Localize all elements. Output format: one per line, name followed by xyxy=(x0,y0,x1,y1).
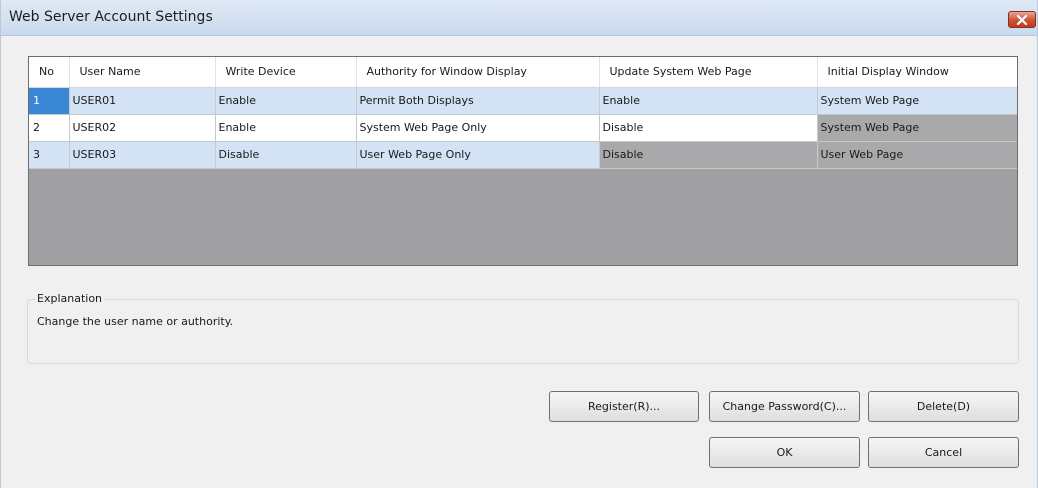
authority-cell[interactable]: System Web Page Only xyxy=(356,114,600,142)
user-account-table[interactable]: No User Name Write Device Authority for … xyxy=(28,56,1018,266)
user-name-cell[interactable]: USER01 xyxy=(69,87,216,115)
initial-display-window-cell[interactable]: System Web Page xyxy=(817,87,1017,115)
delete-button[interactable]: Delete(D) xyxy=(868,391,1019,422)
explanation-group xyxy=(27,299,1019,364)
close-icon xyxy=(1016,14,1028,25)
authority-cell[interactable]: Permit Both Displays xyxy=(356,87,600,115)
explanation-text: Change the user name or authority. xyxy=(37,315,234,328)
row-number-cell[interactable]: 1 xyxy=(29,87,70,115)
write-device-cell[interactable]: Disable xyxy=(215,141,357,169)
window-title: Web Server Account Settings xyxy=(9,9,213,25)
user-name-cell[interactable]: USER02 xyxy=(69,114,216,142)
column-header-authority[interactable]: Authority for Window Display xyxy=(356,57,600,88)
table-row[interactable]: 2 USER02 Enable System Web Page Only Dis… xyxy=(29,114,1017,142)
dialog-window: Web Server Account Settings No User Name… xyxy=(0,0,1038,488)
update-system-web-page-cell[interactable]: Enable xyxy=(599,87,818,115)
column-header-user-name[interactable]: User Name xyxy=(69,57,216,88)
user-name-cell[interactable]: USER03 xyxy=(69,141,216,169)
explanation-legend: Explanation xyxy=(35,292,105,305)
column-header-no[interactable]: No xyxy=(29,57,70,88)
row-number-cell[interactable]: 2 xyxy=(29,114,70,142)
authority-cell[interactable]: User Web Page Only xyxy=(356,141,600,169)
change-password-button[interactable]: Change Password(C)... xyxy=(709,391,860,422)
initial-display-window-cell: User Web Page xyxy=(817,141,1017,169)
table-row[interactable]: 3 USER03 Disable User Web Page Only Disa… xyxy=(29,141,1017,169)
write-device-cell[interactable]: Enable xyxy=(215,114,357,142)
ok-button[interactable]: OK xyxy=(709,437,860,468)
initial-display-window-cell: System Web Page xyxy=(817,114,1017,142)
column-header-update-system-web-page[interactable]: Update System Web Page xyxy=(599,57,818,88)
update-system-web-page-cell[interactable]: Disable xyxy=(599,114,818,142)
register-button[interactable]: Register(R)... xyxy=(549,391,699,422)
close-button[interactable] xyxy=(1008,11,1036,28)
table-row[interactable]: 1 USER01 Enable Permit Both Displays Ena… xyxy=(29,87,1017,115)
update-system-web-page-cell: Disable xyxy=(599,141,818,169)
row-number-cell[interactable]: 3 xyxy=(29,141,70,169)
column-header-initial-display-window[interactable]: Initial Display Window xyxy=(817,57,1017,88)
title-bar[interactable]: Web Server Account Settings xyxy=(1,0,1037,36)
table-header-row: No User Name Write Device Authority for … xyxy=(29,57,1017,88)
cancel-button[interactable]: Cancel xyxy=(868,437,1019,468)
column-header-write-device[interactable]: Write Device xyxy=(215,57,357,88)
write-device-cell[interactable]: Enable xyxy=(215,87,357,115)
